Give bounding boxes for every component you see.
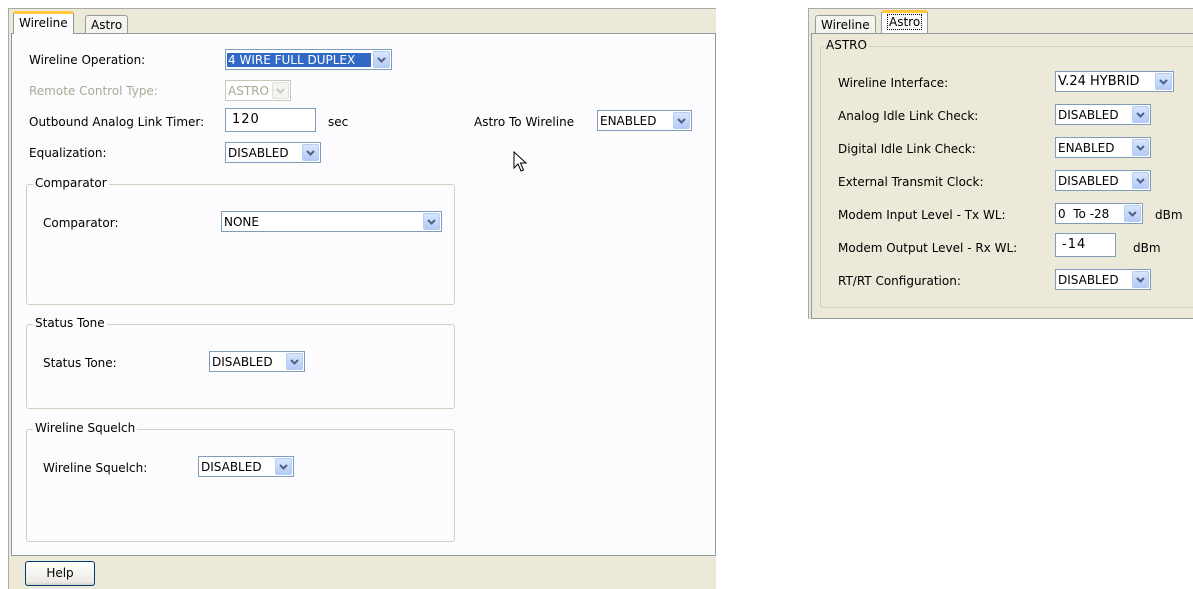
remote-control-type-value: ASTRO — [228, 83, 269, 98]
comparator-select[interactable]: NONE — [221, 211, 442, 232]
outbound-timer-unit: sec — [328, 115, 349, 129]
wireline-config-panel: Wireline Astro Wireline Operation: 4 WIR… — [8, 8, 716, 589]
comparator-value: NONE — [224, 214, 259, 229]
wireline-interface-select[interactable]: V.24 HYBRID — [1055, 71, 1174, 92]
status-tone-label: Status Tone: — [43, 356, 117, 370]
astro-tab-content: ASTRO Wireline Interface: V.24 HYBRID An… — [811, 33, 1193, 319]
digital-idle-label: Digital Idle Link Check: — [838, 142, 976, 156]
astro-to-wireline-label: Astro To Wireline — [474, 115, 575, 129]
astro-config-panel: Wireline Astro ASTRO Wireline Interface:… — [808, 8, 1193, 319]
chevron-down-icon[interactable] — [275, 458, 292, 475]
wireline-squelch-label: Wireline Squelch: — [43, 461, 148, 475]
tab-wireline[interactable]: Wireline — [13, 11, 74, 34]
comparator-group-title: Comparator — [33, 176, 109, 190]
modem-input-level-unit: dBm — [1155, 208, 1183, 222]
modem-output-level-input[interactable]: -14 — [1055, 233, 1116, 257]
status-tone-select[interactable]: DISABLED — [209, 351, 305, 372]
wireline-interface-label: Wireline Interface: — [838, 76, 949, 90]
tab-wireline-label: Wireline — [821, 18, 870, 32]
chevron-down-icon[interactable] — [1124, 205, 1141, 222]
chevron-down-icon[interactable] — [1132, 271, 1149, 288]
tab-astro-label: Astro — [887, 14, 923, 30]
digital-idle-select[interactable]: ENABLED — [1055, 137, 1151, 158]
outbound-timer-input[interactable]: 120 — [225, 108, 316, 132]
rt-rt-configuration-select[interactable]: DISABLED — [1055, 269, 1151, 290]
wireline-squelch-value: DISABLED — [201, 459, 262, 474]
digital-idle-value: ENABLED — [1058, 140, 1115, 155]
tab-astro[interactable]: Astro — [881, 10, 929, 33]
external-transmit-clock-select[interactable]: DISABLED — [1055, 170, 1151, 191]
wireline-squelch-group: Wireline Squelch Wireline Squelch: DISAB… — [26, 421, 455, 542]
chevron-down-icon[interactable] — [1132, 139, 1149, 156]
wireline-tab-content: Wireline Operation: 4 WIRE FULL DUPLEX R… — [11, 33, 716, 556]
astro-group-title: ASTRO — [824, 38, 869, 52]
chevron-down-icon[interactable] — [1155, 73, 1172, 90]
astro-to-wireline-value: ENABLED — [600, 113, 657, 128]
astro-group: ASTRO Wireline Interface: V.24 HYBRID An… — [820, 38, 1193, 308]
modem-output-level-unit: dBm — [1133, 241, 1161, 255]
modem-input-level-select[interactable]: 0 To -28 — [1055, 203, 1143, 224]
status-tone-group: Status Tone Status Tone: DISABLED — [26, 316, 455, 409]
wireline-squelch-select[interactable]: DISABLED — [198, 456, 294, 477]
chevron-down-icon[interactable] — [423, 213, 440, 230]
wireline-operation-label: Wireline Operation: — [29, 53, 146, 67]
status-tone-value: DISABLED — [212, 354, 273, 369]
remote-control-type-label: Remote Control Type: — [29, 84, 158, 98]
tab-astro-label: Astro — [91, 18, 123, 32]
chevron-down-icon — [272, 82, 289, 99]
mouse-pointer-icon — [513, 151, 528, 172]
remote-control-type-select: ASTRO — [225, 80, 291, 101]
modem-input-level-value: 0 To -28 — [1058, 206, 1110, 221]
equalization-select[interactable]: DISABLED — [225, 142, 321, 163]
comparator-label: Comparator: — [43, 216, 119, 230]
chevron-down-icon[interactable] — [1132, 172, 1149, 189]
tab-wireline[interactable]: Wireline — [815, 15, 876, 34]
modem-output-level-label: Modem Output Level - Rx WL: — [838, 241, 1018, 255]
analog-idle-label: Analog Idle Link Check: — [838, 109, 979, 123]
outbound-timer-label: Outbound Analog Link Timer: — [29, 115, 205, 129]
tab-wireline-label: Wireline — [19, 16, 68, 30]
analog-idle-select[interactable]: DISABLED — [1055, 104, 1151, 125]
wireline-squelch-group-title: Wireline Squelch — [33, 421, 138, 435]
equalization-value: DISABLED — [228, 145, 289, 160]
modem-input-level-label: Modem Input Level - Tx WL: — [838, 208, 1006, 222]
rt-rt-configuration-label: RT/RT Configuration: — [838, 274, 961, 288]
rt-rt-configuration-value: DISABLED — [1058, 272, 1119, 287]
astro-to-wireline-select[interactable]: ENABLED — [597, 110, 692, 131]
chevron-down-icon[interactable] — [673, 112, 690, 129]
status-tone-group-title: Status Tone — [33, 316, 107, 330]
wireline-interface-value: V.24 HYBRID — [1058, 74, 1140, 89]
chevron-down-icon[interactable] — [286, 353, 303, 370]
external-transmit-clock-value: DISABLED — [1058, 173, 1119, 188]
wireline-operation-value: 4 WIRE FULL DUPLEX — [227, 52, 371, 67]
equalization-label: Equalization: — [29, 146, 107, 160]
tab-astro[interactable]: Astro — [85, 15, 129, 34]
analog-idle-value: DISABLED — [1058, 107, 1119, 122]
chevron-down-icon[interactable] — [302, 144, 319, 161]
wireline-operation-select[interactable]: 4 WIRE FULL DUPLEX — [225, 49, 392, 70]
help-button[interactable]: Help — [25, 561, 95, 586]
chevron-down-icon[interactable] — [373, 51, 390, 68]
chevron-down-icon[interactable] — [1132, 106, 1149, 123]
external-transmit-clock-label: External Transmit Clock: — [838, 175, 984, 189]
comparator-group: Comparator Comparator: NONE — [26, 176, 455, 305]
